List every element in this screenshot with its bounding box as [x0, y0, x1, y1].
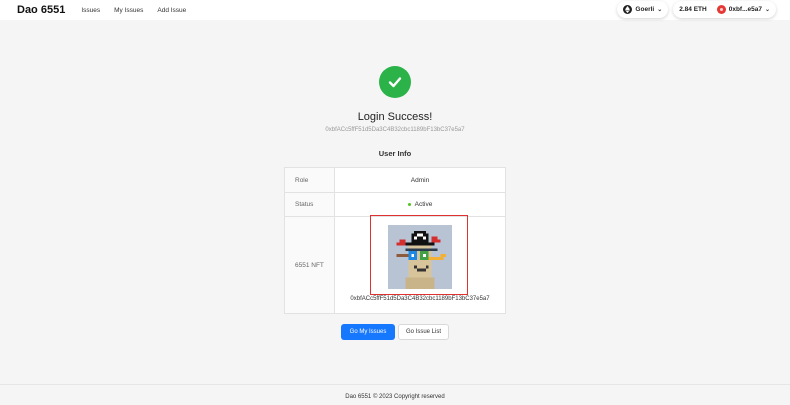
status-cell: Active — [335, 193, 505, 216]
nav-issues[interactable]: Issues — [81, 7, 100, 14]
status-value: Active — [414, 201, 433, 208]
network-name: Goerli — [635, 6, 655, 13]
table-row: Status Active — [285, 193, 505, 217]
network-selector[interactable]: Goerli ⌄ — [617, 1, 669, 18]
table-row: Role Admin — [285, 168, 505, 193]
wallet-address: 0xbfACc5ffF51d5Da3C4B32cbc1189bF13bC37e5… — [325, 127, 465, 133]
go-issue-list-button[interactable]: Go Issue List — [398, 324, 449, 340]
brand-logo[interactable]: Dao 6551 — [17, 4, 65, 16]
account-avatar — [716, 5, 726, 14]
nft-highlight-box — [370, 215, 468, 295]
balance-value: 2.84 ETH — [679, 6, 707, 13]
success-check-icon — [379, 66, 411, 98]
account-address: 0xbf...e5a7 — [728, 6, 762, 13]
chevron-down-icon: ⌄ — [657, 7, 663, 13]
role-value: Admin — [410, 176, 430, 184]
wallet-controls: Goerli ⌄ 2.84 ETH 0xbf...e5a7 ⌄ — [617, 1, 776, 18]
section-title: User Info — [378, 149, 412, 158]
nft-label: 6551 NFT — [285, 217, 335, 313]
footer-divider — [0, 384, 790, 385]
chevron-down-icon: ⌄ — [764, 7, 770, 13]
page-title: Login Success! — [357, 111, 433, 123]
eth-icon — [623, 5, 633, 14]
nav-my-issues[interactable]: My Issues — [114, 7, 143, 14]
status-dot — [407, 202, 411, 206]
footer-copyright: Dao 6551 © 2023 Copyright reserved — [345, 394, 445, 400]
top-navbar: Dao 6551 Issues My Issues Add Issue Goer… — [0, 0, 790, 20]
account-button[interactable]: 2.84 ETH 0xbf...e5a7 ⌄ — [673, 1, 776, 18]
go-my-issues-button[interactable]: Go My Issues — [341, 324, 395, 340]
role-label: Role — [285, 168, 335, 192]
status-label: Status — [285, 193, 335, 216]
nft-address: 0xbfACc5ffF51d5Da3C4B32cbc1189bF13bC37e5… — [350, 296, 490, 302]
nav-add-issue[interactable]: Add Issue — [157, 7, 186, 14]
